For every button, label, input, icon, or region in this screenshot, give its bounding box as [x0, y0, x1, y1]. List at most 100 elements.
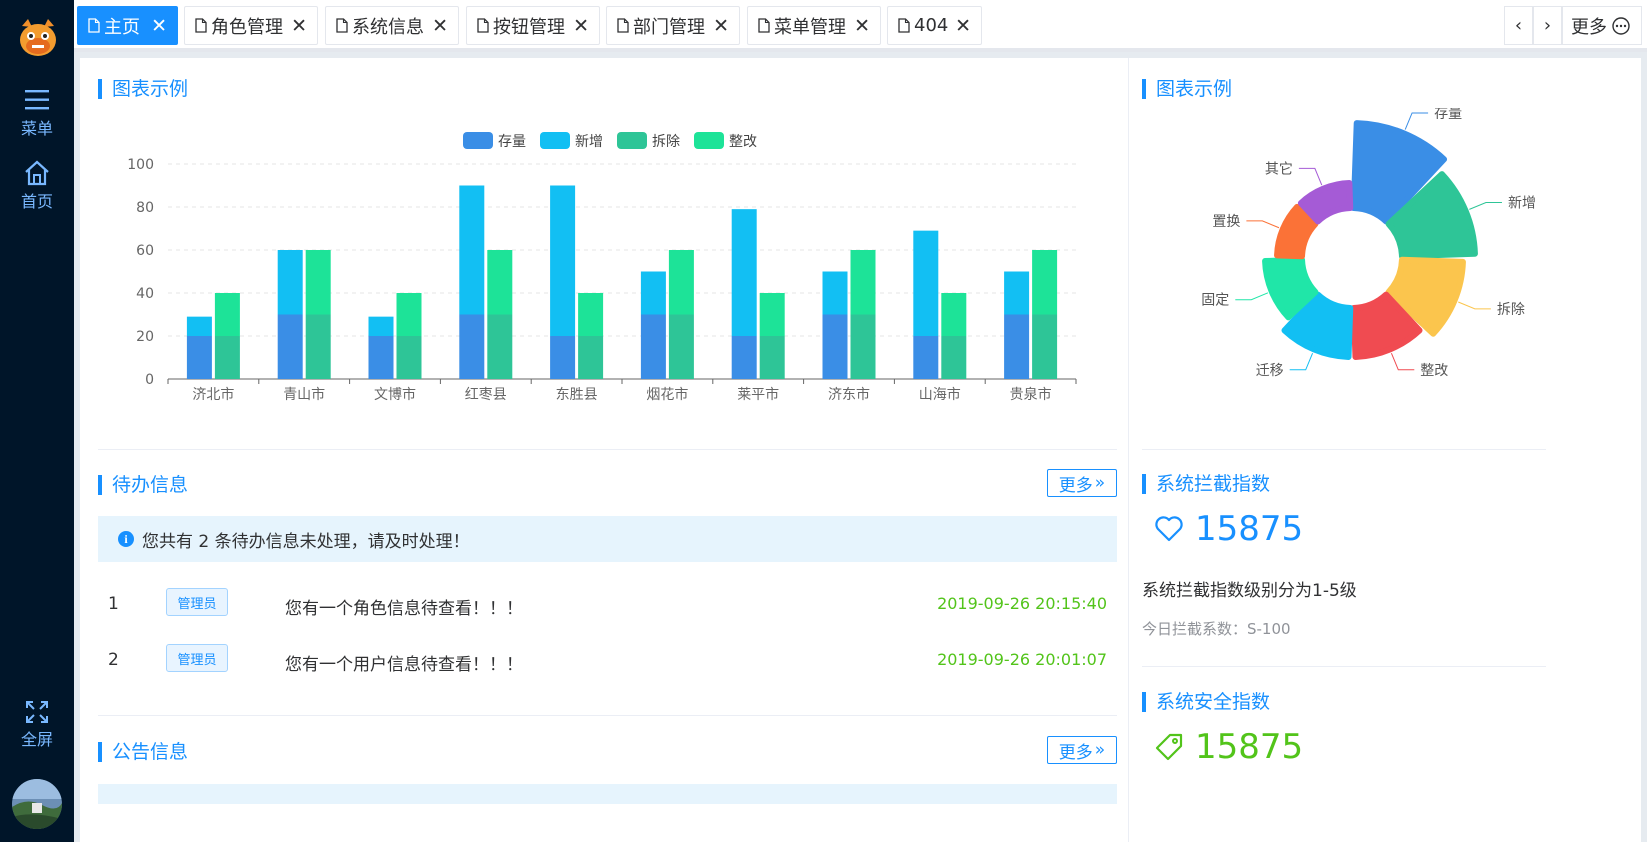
tab-label: 角色管理 [211, 16, 283, 38]
bar[interactable] [459, 185, 485, 315]
todo-title: 待办信息 [98, 475, 188, 495]
x-tick-label: 文博市 [374, 386, 416, 403]
bar[interactable] [186, 336, 212, 379]
todo-row[interactable]: 2 管理员 您有一个用户信息待查看！！！ 2019-09-26 20:01:07 [98, 640, 1117, 680]
file-icon [88, 18, 100, 33]
tab-label: 菜单管理 [774, 16, 846, 38]
close-icon[interactable]: ✕ [432, 15, 448, 37]
bar[interactable] [550, 336, 576, 379]
legend-item[interactable]: 存量 [463, 132, 526, 150]
chevron-right-icon: › [1543, 15, 1552, 36]
tab-more-button[interactable]: 更多 [1562, 6, 1642, 45]
announcement-more-button[interactable]: 更多 » [1047, 736, 1117, 764]
bar[interactable] [759, 293, 785, 336]
bar[interactable] [850, 250, 876, 315]
bar[interactable] [186, 316, 212, 336]
tab[interactable]: 系统信息 ✕ [325, 6, 459, 45]
todo-notice-text: 您共有 2 条待办信息未处理，请及时处理！ [142, 531, 470, 552]
bar[interactable] [1032, 314, 1058, 380]
bar[interactable] [913, 336, 939, 379]
tab[interactable]: 部门管理 ✕ [606, 6, 740, 45]
tab-more-label: 更多 [1571, 16, 1607, 38]
bar[interactable] [731, 209, 757, 336]
bar[interactable] [550, 185, 576, 337]
bar[interactable] [1004, 314, 1030, 380]
menu-button[interactable]: 菜单 [0, 87, 74, 139]
bar[interactable] [640, 314, 666, 380]
close-icon[interactable]: ✕ [713, 15, 729, 37]
x-tick-label: 青山市 [283, 386, 325, 403]
bar[interactable] [941, 293, 967, 336]
legend-swatch [540, 132, 570, 149]
bar[interactable] [941, 336, 967, 379]
legend-item[interactable]: 新增 [540, 132, 603, 150]
bar[interactable] [277, 314, 303, 380]
avatar[interactable] [12, 779, 62, 829]
close-icon[interactable]: ✕ [573, 15, 589, 37]
home-button[interactable]: 首页 [0, 160, 74, 212]
todo-more-button[interactable]: 更多 » [1047, 469, 1117, 497]
bar[interactable] [668, 250, 694, 315]
bar[interactable] [396, 293, 422, 336]
todo-row[interactable]: 1 管理员 您有一个角色信息待查看！！！ 2019-09-26 20:15:40 [98, 584, 1117, 624]
rose-pie-chart: 存量新增拆除整改 迁移 固定 置换 其它 [1201, 108, 1536, 379]
tab[interactable]: 主页 ✕ [77, 6, 178, 45]
bar[interactable] [396, 336, 422, 379]
bar[interactable] [277, 250, 303, 315]
tab[interactable]: 404 ✕ [887, 6, 982, 45]
label-line [1289, 352, 1314, 371]
close-icon[interactable]: ✕ [955, 15, 971, 37]
bar[interactable] [759, 336, 785, 379]
bar[interactable] [368, 336, 394, 379]
slice-label: 其它 [1265, 160, 1293, 177]
logo [16, 16, 60, 60]
close-icon[interactable]: ✕ [291, 15, 307, 37]
divider [98, 715, 1117, 716]
bar[interactable] [305, 314, 331, 380]
bar-chart-title: 图表示例 [98, 79, 188, 99]
bar[interactable] [305, 250, 331, 315]
bar[interactable] [731, 336, 757, 379]
tab-next-button[interactable]: › [1533, 6, 1562, 45]
home-label: 首页 [20, 192, 53, 211]
file-icon [617, 18, 629, 33]
slice-label: 整改 [1420, 363, 1448, 379]
bar[interactable] [368, 316, 394, 336]
bar[interactable] [487, 314, 513, 380]
bar[interactable] [578, 336, 604, 379]
legend-item[interactable]: 整改 [694, 132, 757, 150]
bar[interactable] [487, 250, 513, 315]
bar[interactable] [1004, 271, 1030, 315]
tab-prev-button[interactable]: ‹ [1504, 6, 1533, 45]
slice-label: 存量 [1434, 108, 1462, 122]
legend-label: 存量 [498, 134, 526, 150]
close-icon[interactable]: ✕ [854, 15, 870, 37]
todo-message: 您有一个用户信息待查看！！！ [285, 655, 523, 675]
tab[interactable]: 菜单管理 ✕ [747, 6, 881, 45]
y-tick-label: 0 [145, 372, 154, 388]
slice-label: 置换 [1212, 213, 1240, 230]
home-icon [25, 160, 49, 186]
bar[interactable] [822, 314, 848, 380]
bar[interactable] [850, 314, 876, 380]
bar[interactable] [214, 336, 240, 379]
fullscreen-button[interactable]: 全屏 [0, 700, 74, 750]
bar[interactable] [822, 271, 848, 315]
bar[interactable] [214, 293, 240, 336]
more-circle-icon [1612, 16, 1630, 35]
bar[interactable] [459, 314, 485, 380]
bar[interactable] [668, 314, 694, 380]
tab[interactable]: 按钮管理 ✕ [466, 6, 600, 45]
close-icon[interactable]: ✕ [151, 15, 167, 37]
bar[interactable] [578, 293, 604, 336]
bar[interactable] [1032, 250, 1058, 315]
legend-label: 新增 [575, 134, 603, 150]
bar[interactable] [913, 230, 939, 336]
file-icon [195, 18, 207, 33]
bar[interactable] [640, 271, 666, 315]
file-icon [898, 18, 910, 33]
legend-item[interactable]: 拆除 [617, 132, 680, 150]
tab[interactable]: 角色管理 ✕ [184, 6, 318, 45]
label-line [1298, 167, 1323, 186]
divider [98, 449, 1117, 450]
